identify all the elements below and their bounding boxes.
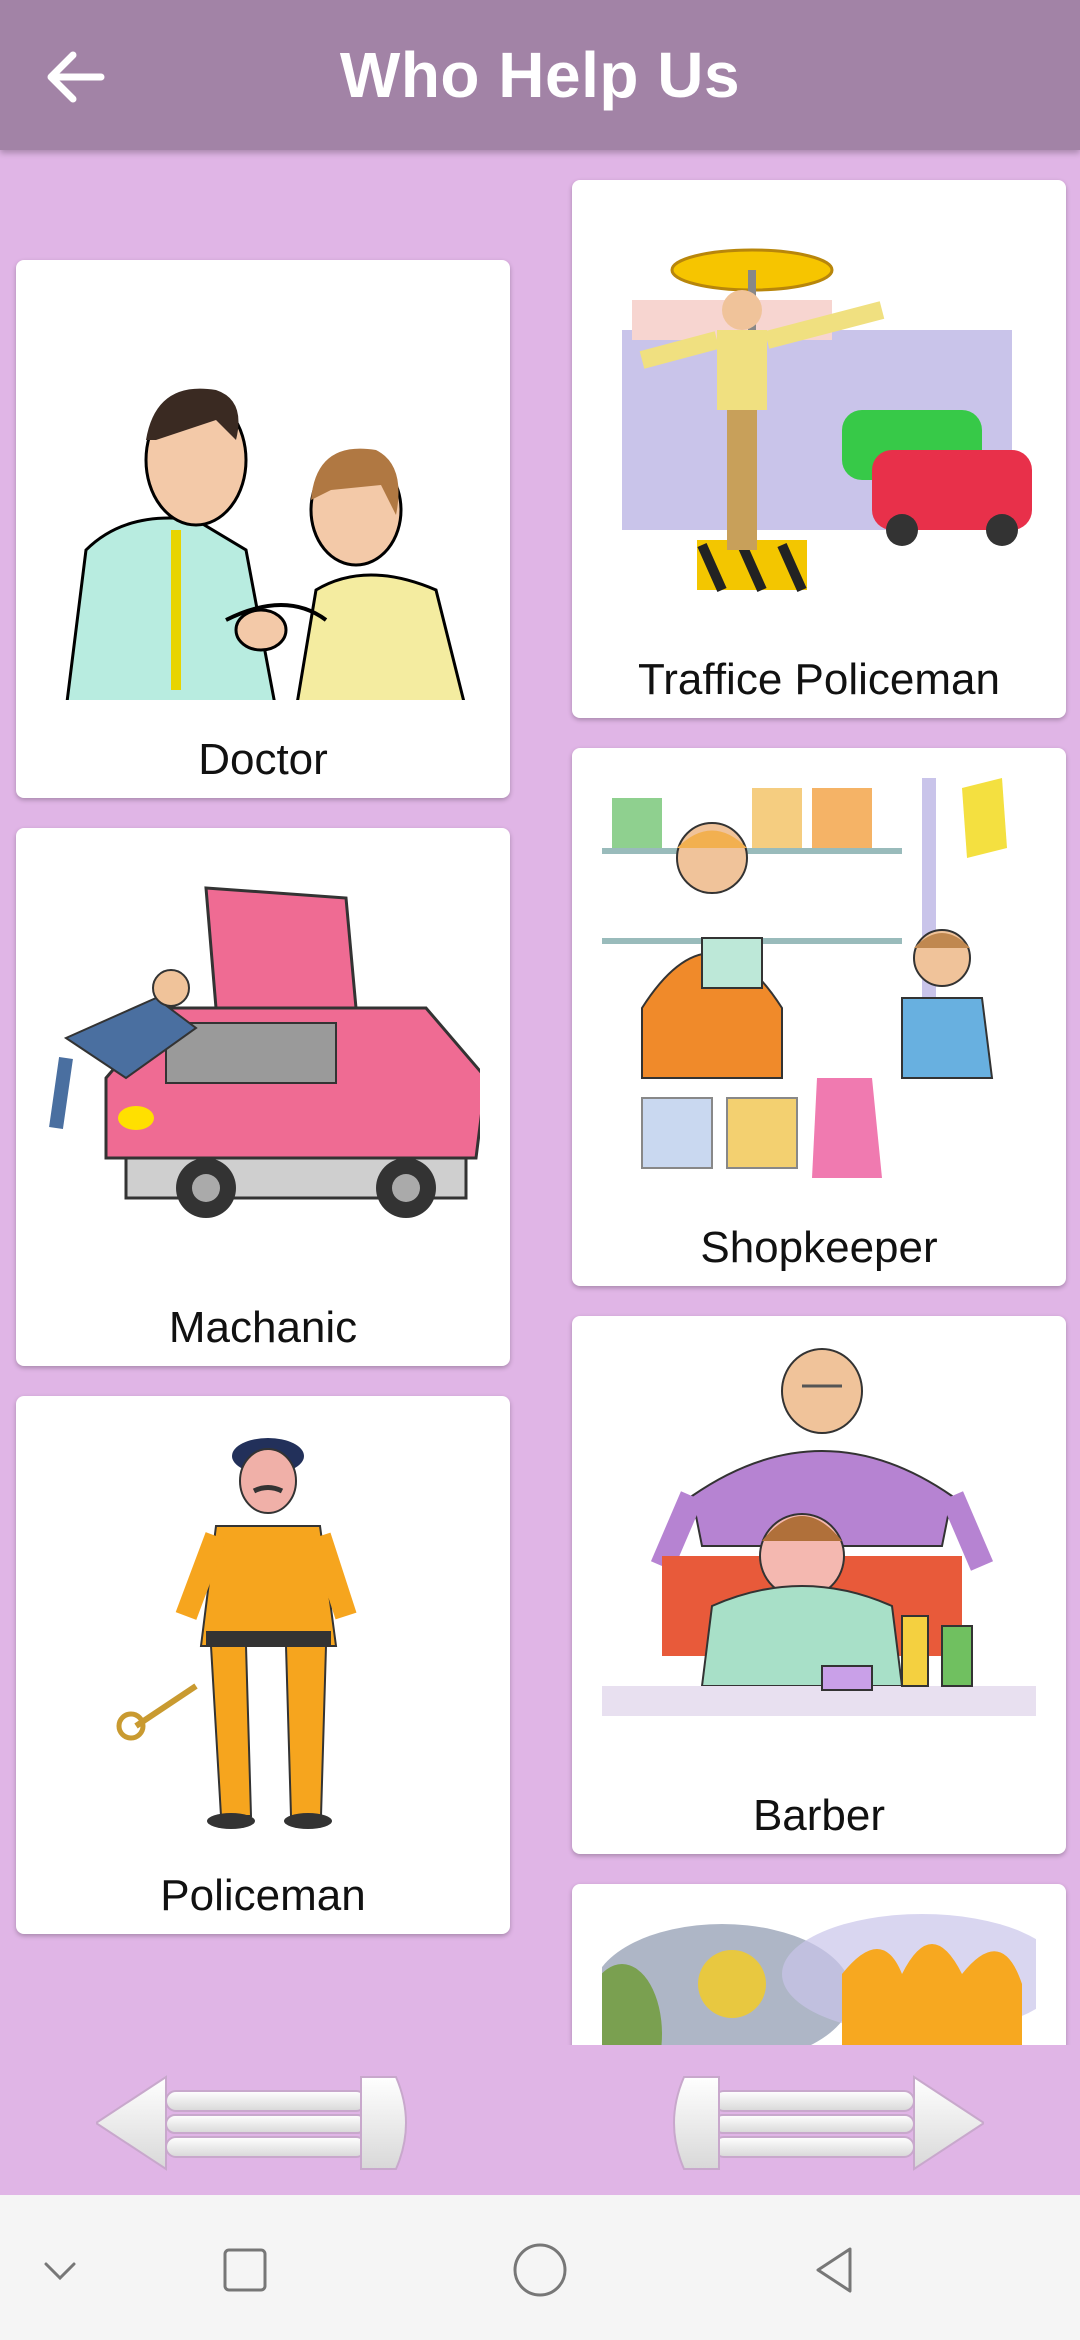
card-label: Shopkeeper [700, 1223, 938, 1272]
back-system-button[interactable] [800, 2235, 870, 2305]
page-title: Who Help Us [339, 39, 741, 111]
triangle-back-icon [816, 2247, 852, 2293]
card-label: Policeman [160, 1871, 366, 1920]
pager-bar [0, 2045, 1080, 2195]
traffic-policeman-illustration [602, 210, 1036, 620]
chevron-down-icon [44, 2262, 76, 2281]
card-firefighter-partial[interactable] [572, 1884, 1066, 2045]
helpers-grid[interactable]: Doctor Traffice Policeman Machanic Shopk… [0, 150, 1080, 2045]
next-arrow-icon[interactable] [664, 2073, 984, 2173]
card-label: Barber [752, 1791, 886, 1840]
app-bar: Who Help Us [0, 0, 1080, 150]
firefighter-illustration [602, 1914, 1036, 2045]
card-label: Machanic [168, 1303, 358, 1352]
policeman-illustration [46, 1426, 480, 1836]
mechanic-illustration [46, 858, 480, 1268]
card-label: Doctor [198, 735, 328, 784]
card-mechanic[interactable]: Machanic [16, 828, 510, 1366]
card-barber[interactable]: Barber [572, 1316, 1066, 1854]
barber-illustration [602, 1346, 1036, 1756]
square-icon [223, 2248, 267, 2292]
doctor-illustration [46, 290, 480, 700]
system-navigation-bar [0, 2195, 1080, 2340]
card-doctor[interactable]: Doctor [16, 260, 510, 798]
recents-button[interactable] [210, 2235, 280, 2305]
shopkeeper-illustration [602, 778, 1036, 1188]
previous-arrow-icon[interactable] [96, 2073, 416, 2173]
card-policeman[interactable]: Policeman [16, 1396, 510, 1934]
card-traffic-policeman[interactable]: Traffice Policeman [572, 180, 1066, 718]
card-label: Traffice Policeman [638, 655, 1000, 704]
collapse-button[interactable] [25, 2235, 95, 2305]
card-shopkeeper[interactable]: Shopkeeper [572, 748, 1066, 1286]
circle-icon [513, 2243, 567, 2297]
home-button[interactable] [505, 2235, 575, 2305]
